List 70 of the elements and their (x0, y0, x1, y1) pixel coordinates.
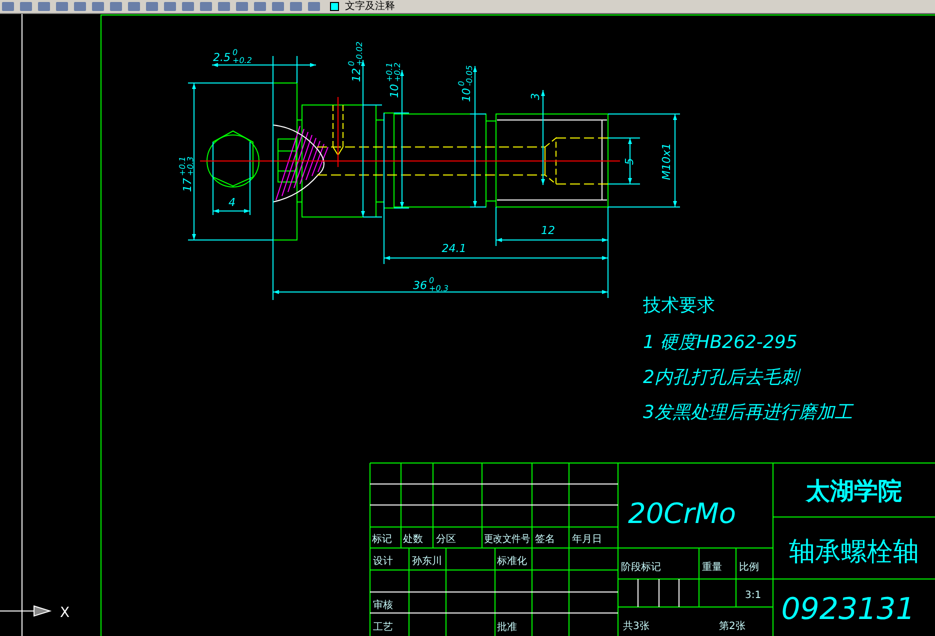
tolerance-text: +0.2 (393, 62, 402, 82)
requirement-text: 2内孔打孔后去毛刺 (643, 367, 798, 388)
title-block-label: 年月日 (572, 534, 602, 545)
title-block-label: 孙东川 (412, 556, 442, 567)
dimension-text: 12 (350, 68, 363, 82)
requirements-title: 技术要求 (643, 295, 715, 316)
tolerance-text: 0 (457, 80, 466, 86)
dimension-text: 36 (413, 279, 427, 292)
tolerance-text: -0.05 (465, 65, 474, 86)
title-block-label: 签名 (535, 534, 555, 545)
title-block-label: 标记 (372, 534, 392, 545)
title-block-label: 阶段标记 (621, 562, 661, 573)
toolbar-icon[interactable] (218, 2, 230, 11)
requirement-text: 3发黑处理后再进行磨加工 (643, 402, 852, 423)
tolerance-text: +0.1 (385, 62, 394, 82)
title-block-label: 批准 (497, 622, 517, 633)
toolbar-icon[interactable] (74, 2, 86, 11)
toolbar-icon[interactable] (200, 2, 212, 11)
tolerance-text: 0 (347, 60, 356, 66)
toolbar-icon[interactable] (2, 2, 14, 11)
title-block-label: 比例 (739, 562, 759, 573)
toolbar-icon[interactable] (164, 2, 176, 11)
title-block-label: 第2张 (719, 621, 746, 632)
tolerance-text: +0.02 (355, 41, 364, 66)
layer-color-icon[interactable] (330, 2, 339, 11)
dimension-text: 10 (388, 84, 401, 98)
title-block-label: 更改文件号 (484, 534, 534, 545)
axis-label: X (60, 605, 70, 621)
toolbar-icon[interactable] (308, 2, 320, 11)
drawing-number: 0923131 (781, 592, 915, 627)
tolerance-text: +0.3 (429, 284, 448, 293)
title-block-label: 审核 (373, 600, 393, 611)
toolbar-icon[interactable] (182, 2, 194, 11)
dimension-text: 17 (181, 178, 194, 192)
dimension-text: 2.5 (213, 51, 230, 64)
dimension-text: 12 (541, 224, 555, 237)
title-block-label: 处数 (403, 534, 423, 545)
title-block-label: 分区 (436, 534, 456, 545)
tolerance-text: +0.3 (186, 156, 195, 176)
tolerance-text: +0.2 (232, 56, 252, 65)
school-name: 太湖学院 (806, 477, 902, 505)
dimension-text: 4 (228, 196, 236, 209)
title-block-label: 工艺 (373, 622, 393, 633)
requirement-text: 1 硬度HB262-295 (643, 332, 798, 353)
dimension-text: M10x1 (660, 143, 673, 180)
title-block-label: 设计 (373, 556, 393, 567)
toolbar-icon[interactable] (290, 2, 302, 11)
dimension-text: 3 (529, 93, 542, 100)
toolbar-icon[interactable] (272, 2, 284, 11)
toolbar-icon[interactable] (128, 2, 140, 11)
title-block-label: 重量 (702, 562, 722, 573)
material-text: 20CrMo (628, 497, 736, 530)
title-block-label: 3:1 (745, 590, 762, 601)
toolbar-icon[interactable] (92, 2, 104, 11)
toolbar-icon[interactable] (20, 2, 32, 11)
toolbar-icon[interactable] (110, 2, 122, 11)
layer-name[interactable]: 文字及注释 (345, 0, 395, 13)
tolerance-text: 0 (429, 276, 434, 285)
toolbar-icon[interactable] (254, 2, 266, 11)
title-block-label: 共3张 (623, 621, 650, 632)
tolerance-text: 0 (232, 48, 238, 57)
toolbar-icon[interactable] (38, 2, 50, 11)
title-block-label: 标准化 (497, 556, 527, 567)
toolbar-icon[interactable] (236, 2, 248, 11)
toolbar-icon[interactable] (146, 2, 158, 11)
part-name: 轴承螺栓轴 (789, 537, 919, 567)
tolerance-text: +0.1 (178, 156, 187, 176)
dimension-text: 24.1 (442, 242, 466, 255)
toolbar-icon[interactable] (56, 2, 68, 11)
dimension-text: 10 (460, 88, 473, 102)
